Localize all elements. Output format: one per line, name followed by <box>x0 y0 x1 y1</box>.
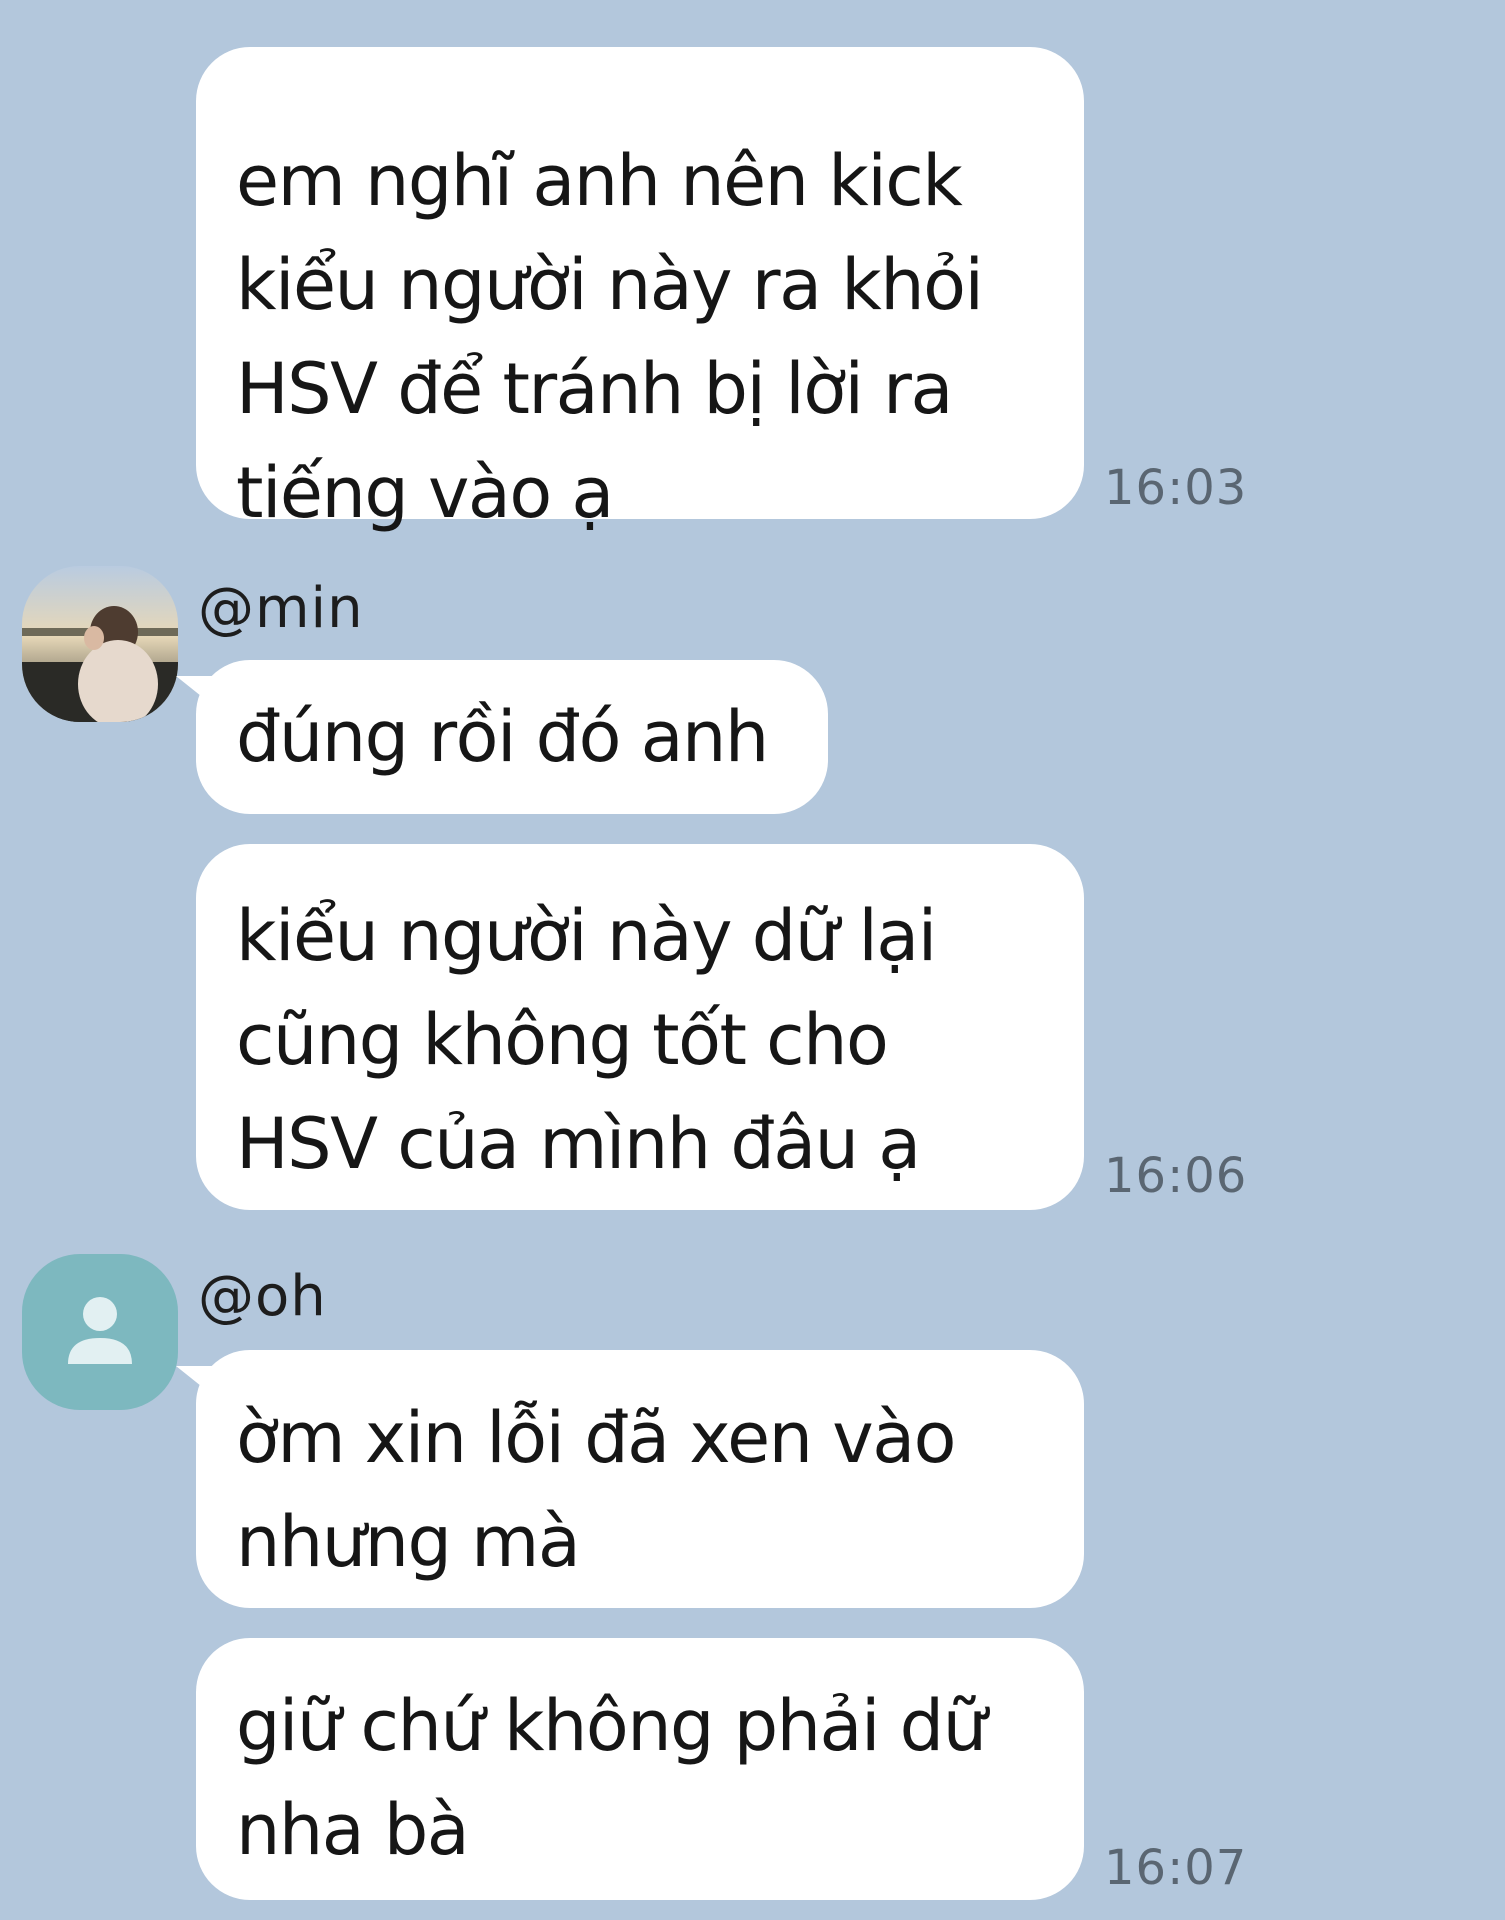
sender-name: @oh <box>198 1264 327 1329</box>
sender-name: @min <box>198 576 364 641</box>
message-text: đúng rồi đó anh <box>236 696 769 778</box>
message-text: giữ chứ không phải dữ nha bà <box>236 1685 987 1871</box>
message-timestamp: 16:06 <box>1104 1148 1248 1204</box>
bubble-tail <box>176 676 216 708</box>
message-bubble[interactable]: đúng rồi đó anh <box>176 660 828 814</box>
message-bubble[interactable]: giữ chứ không phải dữ nha bà <box>196 1638 1084 1900</box>
message-text: em nghĩ anh nên kick kiểu người này ra k… <box>236 140 984 534</box>
default-user-icon <box>68 1297 132 1364</box>
avatar[interactable] <box>22 566 178 722</box>
message-text: ờm xin lỗi đã xen vào nhưng mà <box>236 1397 956 1583</box>
photo-avatar-icon <box>22 566 178 722</box>
message-bubble[interactable]: ờm xin lỗi đã xen vào nhưng mà <box>176 1350 1084 1608</box>
message-timestamp: 16:03 <box>1104 460 1248 516</box>
message-bubble[interactable]: em nghĩ anh nên kick kiểu người này ra k… <box>196 47 1084 534</box>
message-timestamp: 16:07 <box>1104 1840 1248 1896</box>
bubble-tail <box>176 1366 216 1398</box>
message-text: kiểu người này dữ lại cũng không tốt cho… <box>236 895 937 1185</box>
message-bubble[interactable]: kiểu người này dữ lại cũng không tốt cho… <box>196 844 1084 1210</box>
avatar[interactable] <box>22 1254 178 1410</box>
